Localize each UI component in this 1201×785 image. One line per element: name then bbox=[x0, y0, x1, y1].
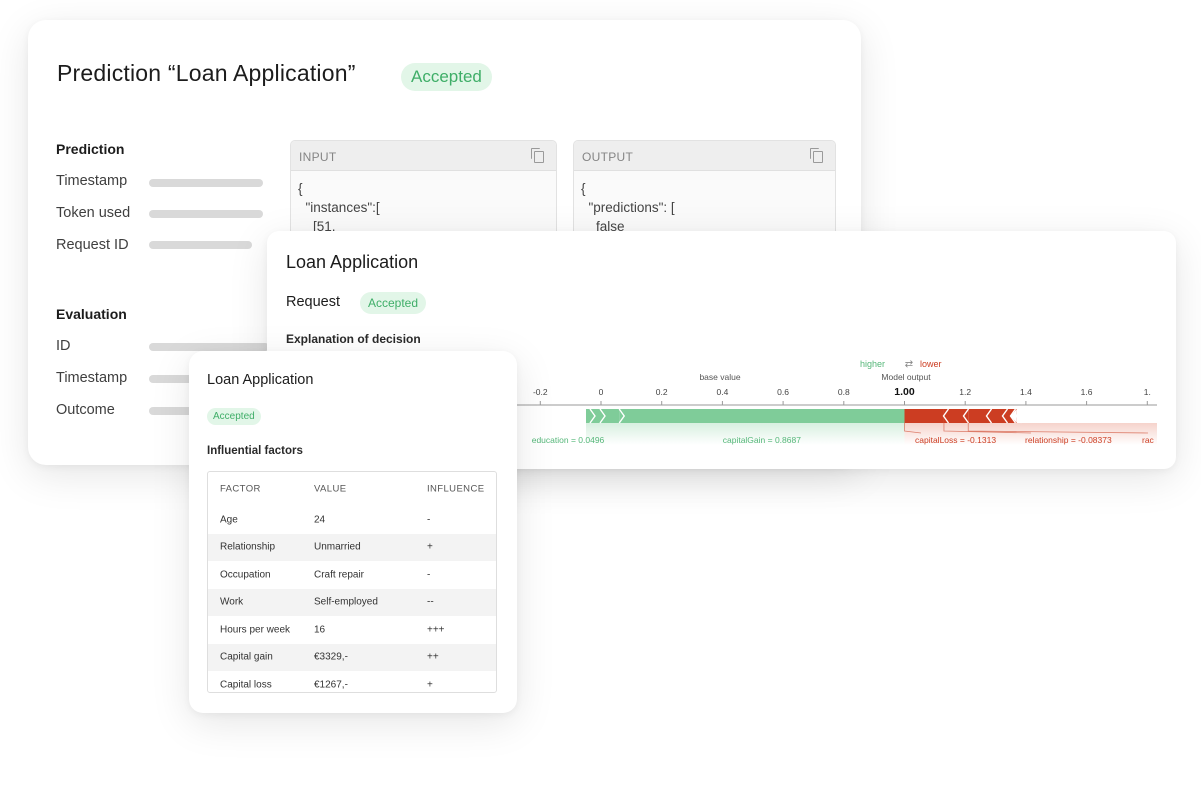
table-header: FACTOR VALUE INFLUENCE bbox=[208, 472, 496, 506]
table-row[interactable]: Age 24 - bbox=[208, 506, 496, 534]
influence-cell: +++ bbox=[427, 624, 445, 636]
column-header-factor[interactable]: FACTOR bbox=[220, 484, 261, 495]
copy-icon[interactable] bbox=[531, 148, 544, 163]
legend-higher: higher bbox=[860, 359, 885, 369]
request-id-label: Request ID bbox=[56, 237, 129, 253]
value-cell: 24 bbox=[314, 514, 326, 526]
factors-card-title: Loan Application bbox=[207, 372, 314, 388]
table-row[interactable]: Occupation Craft repair - bbox=[208, 561, 496, 589]
table-row[interactable]: Capital gain €3329,- ++ bbox=[208, 643, 496, 671]
explanation-card-title: Loan Application bbox=[286, 252, 419, 272]
output-panel-label: OUTPUT bbox=[582, 150, 634, 164]
prediction-heading: Prediction bbox=[56, 141, 125, 157]
influence-cell: -- bbox=[427, 596, 434, 608]
factor-cell: Capital gain bbox=[220, 651, 273, 663]
outcome-label: Outcome bbox=[56, 402, 115, 418]
evaluation-timestamp-label: Timestamp bbox=[56, 370, 128, 386]
base-value-label: base value bbox=[699, 372, 740, 382]
output-panel-header: OUTPUT bbox=[574, 141, 835, 171]
legend-arrow-icon: ⇄ bbox=[905, 359, 913, 370]
factor-cell: Capital loss bbox=[220, 679, 272, 691]
influence-cell: - bbox=[427, 569, 431, 581]
evaluation-heading: Evaluation bbox=[56, 306, 127, 322]
tick-label: 0.2 bbox=[656, 387, 668, 397]
input-panel-header: INPUT bbox=[291, 141, 556, 171]
factors-table: FACTOR VALUE INFLUENCE Age 24 - Relation… bbox=[207, 471, 497, 693]
evaluation-id-label: ID bbox=[56, 338, 71, 354]
tick-label: 0.6 bbox=[777, 387, 789, 397]
negative-feature-label: capitalLoss = -0.1313 bbox=[915, 435, 996, 445]
evaluation-id-value-placeholder bbox=[149, 343, 269, 351]
status-badge: Accepted bbox=[207, 408, 261, 425]
explanation-heading: Explanation of decision bbox=[286, 332, 421, 346]
tick-label: 0 bbox=[599, 387, 604, 397]
tick-label: 0.4 bbox=[716, 387, 728, 397]
value-cell: €1267,- bbox=[314, 679, 348, 691]
model-output-label: Model output bbox=[881, 372, 931, 382]
factor-cell: Occupation bbox=[220, 569, 271, 581]
tick-label: 1. bbox=[1144, 387, 1151, 397]
positive-feature-label: education = 0.0496 bbox=[532, 435, 605, 445]
table-row[interactable]: Relationship Unmarried + bbox=[208, 533, 496, 561]
page-title: Prediction “Loan Application” bbox=[57, 60, 356, 86]
influence-cell: + bbox=[427, 541, 433, 553]
table-row[interactable]: Hours per week 16 +++ bbox=[208, 616, 496, 644]
positive-feature-bar bbox=[619, 409, 905, 423]
positive-feature-label: capitalGain = 0.8687 bbox=[723, 435, 801, 445]
tick-label: 1.4 bbox=[1020, 387, 1032, 397]
request-id-value-placeholder bbox=[149, 241, 252, 249]
value-cell: Craft repair bbox=[314, 569, 365, 581]
tick-label: 1.2 bbox=[959, 387, 971, 397]
tick-label: 0.8 bbox=[838, 387, 850, 397]
tick-label: 1.6 bbox=[1081, 387, 1093, 397]
token-used-label: Token used bbox=[56, 205, 131, 221]
input-panel-label: INPUT bbox=[299, 150, 337, 164]
value-cell: 16 bbox=[314, 624, 326, 636]
token-used-value-placeholder bbox=[149, 210, 263, 218]
influence-cell: - bbox=[427, 514, 431, 526]
value-cell: Self-employed bbox=[314, 596, 378, 608]
factor-cell: Age bbox=[220, 514, 238, 526]
factor-cell: Hours per week bbox=[220, 624, 291, 636]
column-header-influence[interactable]: INFLUENCE bbox=[427, 484, 484, 495]
tick-label: -0.2 bbox=[533, 387, 548, 397]
timestamp-value-placeholder bbox=[149, 179, 263, 187]
value-cell: €3329,- bbox=[314, 651, 348, 663]
chevron-left-icon bbox=[1015, 408, 1023, 424]
influence-cell: ++ bbox=[427, 651, 439, 663]
column-header-value[interactable]: VALUE bbox=[314, 484, 346, 495]
negative-feature-label: relationship = -0.08373 bbox=[1025, 435, 1112, 445]
influence-cell: + bbox=[427, 679, 433, 691]
influential-factors-card: Loan Application Accepted Influential fa… bbox=[189, 351, 517, 713]
negative-feature-label: rac bbox=[1142, 435, 1155, 445]
request-label: Request bbox=[286, 294, 341, 310]
table-row[interactable]: Work Self-employed -- bbox=[208, 588, 496, 616]
copy-icon[interactable] bbox=[810, 148, 823, 163]
timestamp-label: Timestamp bbox=[56, 173, 128, 189]
negative-feature-bar bbox=[904, 409, 944, 423]
influential-factors-heading: Influential factors bbox=[207, 445, 303, 457]
factor-cell: Relationship bbox=[220, 541, 276, 553]
value-cell: Unmarried bbox=[314, 541, 361, 553]
negative-feature-bar bbox=[968, 409, 1017, 423]
status-badge: Accepted bbox=[360, 292, 427, 314]
legend-lower: lower bbox=[920, 359, 942, 369]
model-output-value: 1.00 bbox=[894, 386, 915, 398]
status-badge: Accepted bbox=[401, 63, 492, 91]
factor-cell: Work bbox=[220, 596, 244, 608]
table-row[interactable]: Capital loss €1267,- + bbox=[208, 671, 496, 692]
